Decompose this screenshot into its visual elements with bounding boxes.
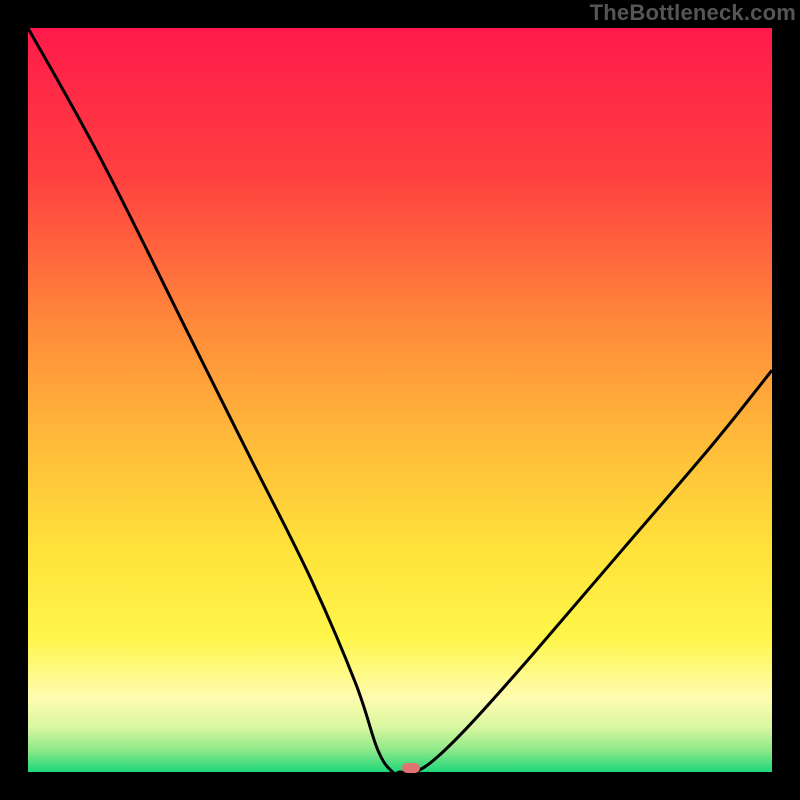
optimum-marker bbox=[402, 763, 420, 773]
watermark-text: TheBottleneck.com bbox=[590, 0, 796, 26]
bottleneck-curve bbox=[28, 28, 772, 772]
plot-area bbox=[28, 28, 772, 772]
chart-frame: TheBottleneck.com bbox=[0, 0, 800, 800]
curve-path bbox=[28, 28, 772, 772]
